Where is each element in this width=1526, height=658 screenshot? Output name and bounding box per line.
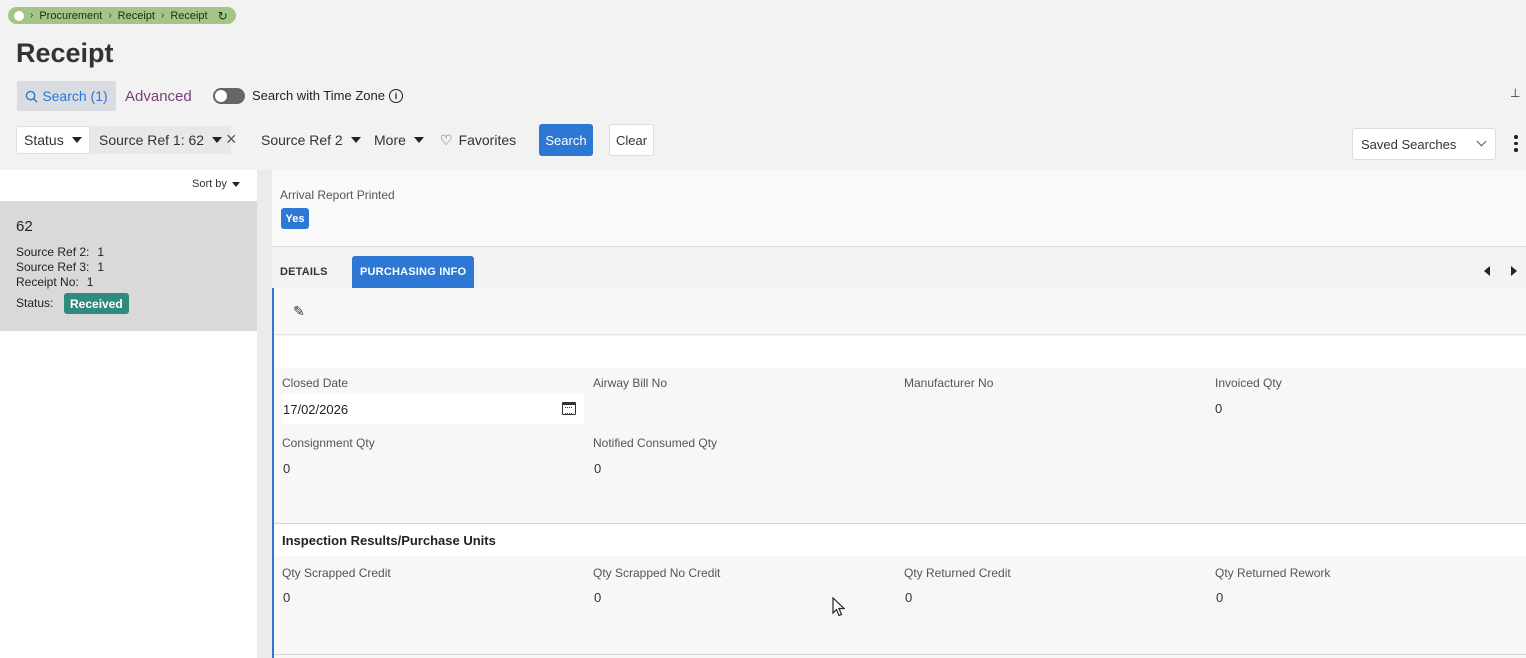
qty-returned-rework-value: 0 (1216, 590, 1224, 605)
mouse-cursor-icon (832, 597, 846, 617)
caret-down-icon (413, 137, 424, 143)
chevron-right-icon: › (160, 10, 165, 21)
arrival-report-value: Yes (281, 208, 309, 229)
refresh-icon[interactable]: ↻ (218, 9, 228, 23)
caret-down-icon (350, 137, 361, 143)
chevron-down-icon (1476, 136, 1487, 147)
consignment-qty-label: Consignment Qty (282, 436, 375, 450)
source-ref1-filter-label: Source Ref 1: 62 (99, 132, 205, 148)
caret-down-icon (231, 181, 240, 187)
consignment-qty-value: 0 (283, 461, 291, 476)
chevron-right-icon: › (30, 10, 34, 21)
status-filter[interactable]: Status (16, 126, 90, 154)
search-icon (26, 90, 38, 103)
chevron-right-icon: › (108, 10, 112, 21)
breadcrumb-receipt-current: Receipt (170, 9, 208, 22)
edit-icon[interactable]: ✎ (293, 303, 305, 320)
more-filter[interactable]: More (374, 126, 424, 154)
notified-consumed-qty-value: 0 (594, 461, 602, 476)
qty-scrapped-credit-value: 0 (283, 590, 291, 605)
header-card (272, 170, 1526, 247)
invoiced-qty-label: Invoiced Qty (1215, 376, 1282, 390)
manufacturer-no-label: Manufacturer No (904, 376, 994, 390)
closed-date-label: Closed Date (282, 376, 349, 390)
record-status-label: Status: (16, 296, 54, 310)
more-filter-label: More (374, 132, 406, 148)
divider (274, 654, 1526, 655)
source-ref1-filter[interactable]: Source Ref 1: 62 (90, 126, 232, 154)
pin-icon[interactable]: ⊥ (1510, 86, 1520, 100)
qty-returned-credit-label: Qty Returned Credit (904, 566, 1011, 580)
timezone-label: Search with Time Zone i (252, 88, 403, 103)
saved-searches-label: Saved Searches (1361, 136, 1457, 152)
search-tab[interactable]: Search (1) (17, 81, 116, 111)
sort-by-label: Sort by (192, 178, 227, 190)
record-source-ref3-value: 1 (97, 260, 105, 274)
search-tab-label: Search (1) (42, 88, 108, 104)
inspection-section-title: Inspection Results/Purchase Units (282, 533, 496, 548)
source-ref2-filter-label: Source Ref 2 (261, 132, 343, 148)
record-source-ref2-value: 1 (97, 245, 105, 259)
favorites-button[interactable]: ♡ Favorites (440, 126, 516, 154)
panel-splitter[interactable] (257, 170, 272, 658)
caret-down-icon (212, 137, 223, 143)
more-options-icon[interactable] (1514, 135, 1518, 152)
caret-down-icon (71, 137, 82, 143)
qty-scrapped-credit-label: Qty Scrapped Credit (282, 566, 391, 580)
timezone-label-text: Search with Time Zone (252, 88, 385, 103)
tab-details[interactable]: DETAILS (272, 256, 336, 288)
record-source-ref2-label: Source Ref 2: (16, 245, 90, 259)
qty-returned-credit-value: 0 (905, 590, 913, 605)
record-receipt-no-label: Receipt No: (16, 275, 79, 289)
calendar-icon[interactable] (562, 402, 576, 415)
record-source-ref3-label: Source Ref 3: (16, 260, 90, 274)
status-filter-label: Status (24, 132, 64, 148)
saved-searches-select[interactable]: Saved Searches (1352, 128, 1496, 160)
search-button[interactable]: Search (539, 124, 593, 156)
record-source-ref2: Source Ref 2: 1 (16, 245, 104, 259)
close-icon[interactable]: × (226, 130, 237, 148)
qty-returned-rework-label: Qty Returned Rework (1215, 566, 1331, 580)
breadcrumb-procurement[interactable]: Procurement (39, 10, 102, 22)
toolbar (274, 288, 1526, 335)
tab-scroll-left-icon[interactable] (1484, 266, 1490, 276)
record-source-ref3: Source Ref 3: 1 (16, 260, 104, 274)
heart-icon: ♡ (440, 131, 453, 148)
timezone-toggle[interactable] (213, 88, 245, 104)
qty-scrapped-no-credit-label: Qty Scrapped No Credit (593, 566, 721, 580)
clear-button[interactable]: Clear (609, 124, 654, 156)
closed-date-value: 17/02/2026 (283, 401, 349, 417)
closed-date-field[interactable]: 17/02/2026 (282, 394, 584, 424)
sort-by-button[interactable]: Sort by (192, 178, 240, 190)
arrival-report-label: Arrival Report Printed (280, 188, 395, 202)
notified-consumed-qty-label: Notified Consumed Qty (593, 436, 718, 450)
airway-bill-label: Airway Bill No (593, 376, 668, 390)
breadcrumb: › Procurement › Receipt › Receipt ↻ (8, 7, 236, 24)
record-id: 62 (16, 218, 33, 235)
tab-scroll-right-icon[interactable] (1511, 266, 1517, 276)
status-badge: Received (64, 293, 129, 314)
breadcrumb-receipt[interactable]: Receipt (118, 10, 155, 22)
page-title: Receipt (16, 38, 114, 68)
advanced-search-link[interactable]: Advanced (125, 88, 192, 105)
record-receipt-no: Receipt No: 1 (16, 275, 93, 289)
qty-scrapped-no-credit-value: 0 (594, 590, 602, 605)
record-receipt-no-value: 1 (86, 275, 94, 289)
home-icon[interactable] (14, 10, 24, 21)
toolbar-spacer (274, 336, 1526, 368)
info-icon[interactable]: i (388, 88, 403, 103)
tab-purchasing-info[interactable]: PURCHASING INFO (352, 256, 475, 288)
favorites-label: Favorites (458, 132, 517, 148)
invoiced-qty-value: 0 (1215, 401, 1223, 416)
source-ref2-filter[interactable]: Source Ref 2 (261, 126, 361, 154)
